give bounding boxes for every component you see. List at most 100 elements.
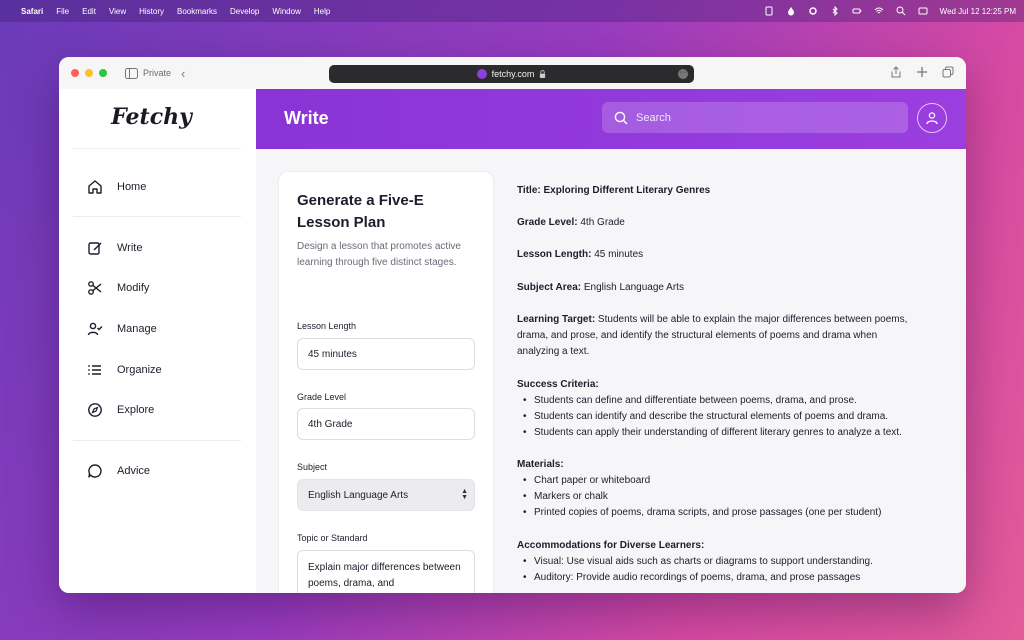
search-input[interactable]: Search [602, 102, 908, 133]
menu-history[interactable]: History [139, 7, 164, 16]
divider [73, 148, 241, 149]
sidebar-item-label: Home [117, 181, 147, 193]
back-chevron-icon[interactable]: ‹ [181, 66, 185, 81]
sidebar-item-organize[interactable]: Organize [87, 362, 162, 378]
gear-icon[interactable] [808, 6, 818, 16]
subject-select[interactable]: English Language Arts ▲ ▼ [297, 479, 475, 511]
page-title: Write [284, 108, 329, 128]
lesson-length-value: 45 minutes [308, 348, 357, 360]
menu-edit[interactable]: Edit [82, 7, 96, 16]
pencil-icon [88, 242, 102, 255]
sidebar-item-label: Organize [117, 364, 162, 376]
list-icon [88, 365, 101, 375]
home-icon [88, 180, 102, 194]
topic-textarea[interactable]: Explain major differences between poems,… [297, 550, 475, 593]
fetchy-logo[interactable]: Fetchy [59, 104, 244, 130]
menu-bookmarks[interactable]: Bookmarks [177, 7, 217, 16]
compass-icon [88, 403, 102, 417]
lesson-length-label: Lesson Length [297, 321, 357, 331]
sidebar-item-manage[interactable]: Manage [87, 321, 157, 337]
search-placeholder: Search [636, 111, 671, 124]
battery-icon[interactable] [852, 6, 862, 16]
bluetooth-icon[interactable] [830, 6, 840, 16]
output-learning-target: Learning Target: Students will be able t… [517, 314, 908, 357]
minimize-window-button[interactable] [85, 69, 93, 77]
topic-value: Explain major differences between poems,… [308, 562, 461, 589]
grade-level-label: Grade Level [297, 392, 347, 402]
new-tab-icon[interactable] [916, 66, 928, 78]
menu-help[interactable]: Help [314, 7, 330, 16]
sidebar-item-label: Write [117, 242, 143, 254]
list-item: Chart paper or whiteboard [523, 473, 650, 489]
user-avatar-button[interactable] [917, 103, 947, 133]
output-title: Title: Exploring Different Literary Genr… [517, 185, 711, 196]
lesson-length-input[interactable]: 45 minutes [297, 338, 475, 370]
menu-clock[interactable]: Wed Jul 12 12:25 PM [940, 7, 1016, 16]
select-arrows-icon: ▲ ▼ [461, 488, 468, 501]
scissors-icon [88, 281, 102, 295]
list-item: Visual: Use visual aids such as charts o… [523, 554, 873, 570]
private-label: Private [143, 68, 172, 78]
menu-view[interactable]: View [109, 7, 126, 16]
lesson-plan-form: Generate a Five-E Lesson Plan Design a l… [278, 171, 494, 593]
sidebar-item-explore[interactable]: Explore [87, 402, 154, 418]
control-center-icon[interactable] [918, 6, 928, 16]
user-check-icon [87, 322, 103, 336]
share-icon[interactable] [890, 66, 902, 78]
form-description: Design a lesson that promotes active lea… [297, 241, 461, 268]
sidebar-toggle-button[interactable]: Private [125, 67, 172, 79]
browser-toolbar: Private ‹ fetchy.com ··· [59, 57, 966, 89]
zoom-window-button[interactable] [99, 69, 107, 77]
sidebar-item-label: Advice [117, 465, 151, 477]
browser-window: Private ‹ fetchy.com ··· Fetchy Home Wri… [59, 57, 966, 593]
more-options-icon[interactable]: ··· [678, 69, 688, 79]
app-sidebar: Fetchy Home Write Modify Manage Organize… [59, 89, 256, 593]
sidebar-item-modify[interactable]: Modify [87, 280, 149, 296]
main-content: Generate a Five-E Lesson Plan Design a l… [256, 149, 966, 593]
sidebar-item-label: Manage [117, 323, 157, 335]
user-icon [926, 112, 938, 125]
sidebar-icon [125, 67, 138, 79]
divider [73, 440, 241, 441]
lock-icon [540, 70, 546, 78]
list-item: Students can define and differentiate be… [523, 393, 857, 409]
status-app-icon[interactable] [764, 6, 774, 16]
search-icon [614, 111, 628, 124]
close-window-button[interactable] [71, 69, 79, 77]
menu-bar: Safari File Edit View History Bookmarks … [0, 0, 1024, 22]
menu-file[interactable]: File [56, 7, 69, 16]
site-favicon-icon [476, 69, 487, 79]
search-icon[interactable] [896, 6, 906, 16]
list-item: Students can identify and describe the s… [523, 409, 888, 425]
menu-develop[interactable]: Develop [230, 7, 259, 16]
url-text: fetchy.com [491, 69, 535, 79]
menu-window[interactable]: Window [272, 7, 300, 16]
subject-label: Subject [297, 462, 328, 472]
materials-heading: Materials: [517, 459, 564, 470]
form-title: Generate a Five-E Lesson Plan [297, 192, 424, 231]
sidebar-item-advice[interactable]: Advice [87, 463, 150, 479]
wifi-icon[interactable] [874, 6, 884, 16]
divider [73, 216, 241, 217]
list-item: Printed copies of poems, drama scripts, … [523, 505, 881, 521]
list-item: Auditory: Provide audio recordings of po… [523, 570, 860, 586]
accommodations-heading: Accommodations for Diverse Learners: [517, 540, 705, 551]
tab-overview-icon[interactable] [942, 66, 954, 78]
chat-icon [88, 464, 102, 478]
address-bar[interactable]: fetchy.com ··· [329, 65, 694, 83]
drop-icon[interactable] [786, 6, 796, 16]
success-criteria-heading: Success Criteria: [517, 379, 599, 390]
grade-level-value: 4th Grade [308, 418, 353, 430]
output-lesson-length: Lesson Length: 45 minutes [517, 249, 644, 260]
topic-label: Topic or Standard [297, 533, 368, 543]
list-item: Markers or chalk [523, 489, 608, 505]
output-subject-area: Subject Area: English Language Arts [517, 282, 684, 293]
list-item: Students can apply their understanding o… [523, 425, 902, 441]
sidebar-item-label: Modify [117, 282, 150, 294]
menu-app-name[interactable]: Safari [21, 7, 43, 16]
output-grade-level: Grade Level: 4th Grade [517, 217, 625, 228]
page-header: Write Search [256, 89, 966, 149]
sidebar-item-write[interactable]: Write [87, 240, 142, 256]
grade-level-input[interactable]: 4th Grade [297, 408, 475, 440]
sidebar-item-home[interactable]: Home [87, 179, 146, 195]
